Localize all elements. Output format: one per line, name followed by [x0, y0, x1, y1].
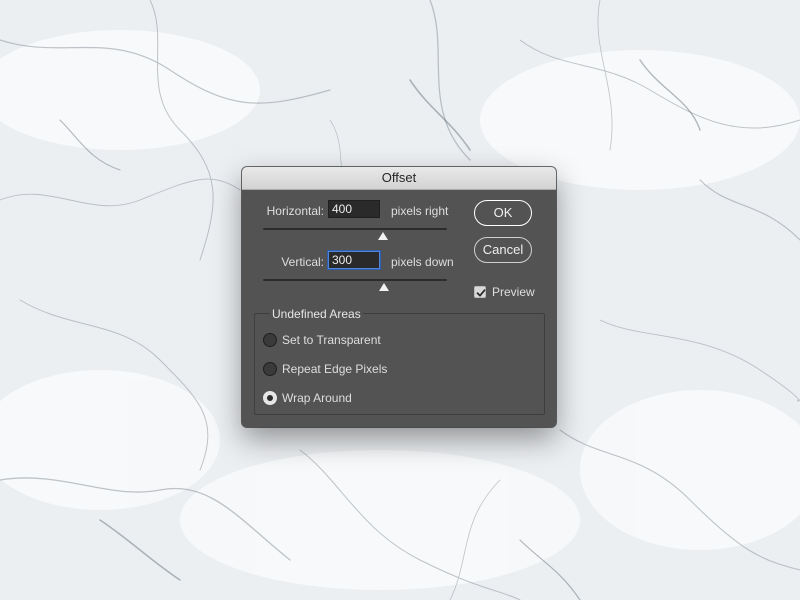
horizontal-slider-track[interactable]: [263, 228, 447, 230]
ok-button[interactable]: OK: [474, 200, 532, 226]
cancel-button[interactable]: Cancel: [474, 237, 532, 263]
vertical-label: Vertical:: [281, 255, 324, 269]
dialog-title: Offset: [242, 167, 556, 190]
horizontal-unit-label: pixels right: [391, 204, 449, 218]
undefined-areas-title: Undefined Areas: [270, 306, 363, 322]
horizontal-input[interactable]: 400: [328, 200, 380, 218]
radio-set-to-transparent[interactable]: [263, 333, 277, 347]
vertical-input[interactable]: 300: [328, 251, 380, 269]
radio-label-set-to-transparent: Set to Transparent: [282, 333, 381, 347]
radio-repeat-edge-pixels[interactable]: [263, 362, 277, 376]
horizontal-slider-thumb[interactable]: [377, 232, 388, 240]
checkmark-icon: [476, 289, 486, 297]
horizontal-label: Horizontal:: [266, 204, 324, 218]
vertical-slider-track[interactable]: [263, 279, 447, 281]
offset-dialog: Offset Horizontal: 400 pixels right Vert…: [242, 167, 556, 427]
radio-label-wrap-around: Wrap Around: [282, 391, 352, 405]
vertical-unit-label: pixels down: [391, 255, 454, 269]
radio-wrap-around[interactable]: [263, 391, 277, 405]
preview-label: Preview: [492, 285, 535, 299]
preview-checkbox[interactable]: [474, 286, 486, 298]
vertical-slider-thumb[interactable]: [379, 283, 390, 291]
radio-label-repeat-edge-pixels: Repeat Edge Pixels: [282, 362, 388, 376]
